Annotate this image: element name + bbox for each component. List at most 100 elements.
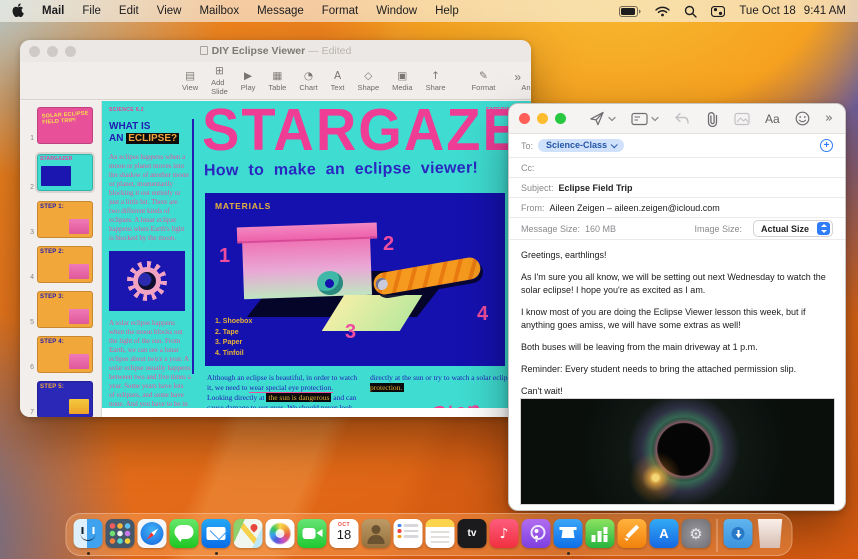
menu-item-view[interactable]: View bbox=[157, 5, 182, 17]
menu-item-format[interactable]: Format bbox=[322, 5, 358, 17]
header-fields-button[interactable] bbox=[631, 112, 659, 126]
insert-photo-button[interactable] bbox=[734, 112, 750, 126]
menu-item-help[interactable]: Help bbox=[435, 5, 459, 17]
dock-app-store[interactable]: A bbox=[649, 519, 679, 556]
selected-slide-highlight: STARGAZER bbox=[35, 152, 95, 193]
materials-panel: MATERIALS 1 2 3 4 1. Shoebox 2. Tape 3. … bbox=[205, 193, 505, 366]
dock-pages[interactable] bbox=[617, 519, 647, 556]
dock-launchpad[interactable] bbox=[105, 519, 135, 556]
dock-mail[interactable] bbox=[201, 519, 231, 556]
slide-thumbnail-2[interactable]: STARGAZER bbox=[37, 154, 93, 191]
photo-icon bbox=[734, 112, 750, 125]
slide-thumbnail-1[interactable]: SOLAR ECLIPSE FIELD TRIP! bbox=[37, 107, 93, 144]
attach-button[interactable] bbox=[706, 111, 719, 127]
dock-reminders[interactable] bbox=[393, 519, 423, 556]
view-icon: ▤ bbox=[185, 69, 196, 82]
slide-thumbnail-3[interactable]: STEP 1: bbox=[37, 201, 93, 238]
launchpad-icon bbox=[105, 519, 135, 548]
toolbar-chart-button[interactable]: ◔ Chart bbox=[299, 70, 317, 92]
toolbar-play-button[interactable]: ▶ Play bbox=[241, 70, 256, 92]
toolbar-add-slide-button[interactable]: ⊞ Add Slide bbox=[211, 65, 228, 96]
minimize-button[interactable] bbox=[537, 113, 548, 124]
subject-field[interactable]: Subject: Eclipse Field Trip bbox=[509, 178, 845, 198]
toolbar-shape-button[interactable]: ◇ Shape bbox=[357, 70, 379, 92]
recipient-token[interactable]: Science-Class bbox=[538, 138, 625, 153]
dock-facetime[interactable] bbox=[297, 519, 327, 556]
dock-keynote[interactable] bbox=[553, 519, 583, 556]
dock-music[interactable]: ♪ bbox=[489, 519, 519, 556]
dock-messages[interactable] bbox=[169, 519, 199, 556]
control-center-icon[interactable] bbox=[711, 5, 726, 17]
from-field[interactable]: From: Aileen Zeigen – aileen.zeigen@iclo… bbox=[509, 198, 845, 218]
toolbar-text-button[interactable]: A Text bbox=[331, 70, 345, 92]
dock-tv[interactable]: tv bbox=[457, 519, 487, 556]
dock-maps[interactable] bbox=[233, 519, 263, 556]
emoji-button[interactable] bbox=[795, 111, 810, 126]
sun-illustration bbox=[109, 251, 185, 311]
table-icon: ▦ bbox=[272, 69, 283, 82]
menu-time: 9:41 AM bbox=[803, 5, 846, 17]
toolbar-media-button[interactable]: ▣ Media bbox=[392, 70, 412, 92]
add-slide-icon: ⊞ bbox=[215, 65, 224, 77]
menu-item-mailbox[interactable]: Mailbox bbox=[199, 5, 239, 17]
format-button[interactable]: Aa bbox=[765, 112, 780, 126]
notes-icon bbox=[425, 519, 455, 548]
toolbar-overflow-button[interactable]: » bbox=[514, 70, 521, 84]
dock-downloads[interactable] bbox=[723, 519, 753, 556]
image-size-select[interactable]: Actual Size bbox=[752, 220, 833, 237]
menu-item-edit[interactable]: Edit bbox=[119, 5, 139, 17]
mail-compose-window: Aa » To: Science-Class + Cc: Subject: Ec… bbox=[508, 103, 846, 511]
dock-podcasts[interactable] bbox=[521, 519, 551, 556]
slide-thumbnail-4[interactable]: STEP 2: bbox=[37, 246, 93, 283]
zoom-button[interactable] bbox=[555, 113, 566, 124]
dock-contacts[interactable] bbox=[361, 519, 391, 556]
shape-icon: ◇ bbox=[364, 69, 373, 82]
toolbar-format-button[interactable]: ✎ Format bbox=[472, 70, 496, 92]
to-field[interactable]: To: Science-Class + bbox=[509, 134, 845, 158]
toolbar-view-button[interactable]: ▤ View bbox=[182, 70, 198, 92]
slide-paragraph-eclipse: An eclipse happens when a moon or planet… bbox=[109, 153, 189, 242]
mail-toolbar[interactable]: Aa » bbox=[509, 104, 845, 134]
toolbar-overflow-button[interactable]: » bbox=[825, 111, 833, 126]
tape-illustration bbox=[317, 271, 343, 295]
messages-icon bbox=[169, 519, 199, 548]
dock-finder[interactable] bbox=[73, 519, 103, 556]
dock-settings[interactable]: ⚙ bbox=[681, 519, 711, 556]
menu-item-file[interactable]: File bbox=[82, 5, 101, 17]
slide-stargazers[interactable]: SCIENCE 6.2 EXPERIMENT #11 WHAT IS AN EC… bbox=[102, 101, 531, 408]
slide-subtitle: How to make an eclipse viewer! bbox=[203, 159, 479, 180]
eclipse-attachment-image[interactable] bbox=[520, 398, 835, 505]
add-recipient-button[interactable]: + bbox=[820, 139, 833, 152]
slide-thumbnail-6[interactable]: STEP 4: bbox=[37, 336, 93, 373]
reply-button[interactable] bbox=[674, 112, 690, 125]
menu-item-message[interactable]: Message bbox=[257, 5, 304, 17]
search-icon[interactable] bbox=[684, 5, 698, 18]
close-button[interactable] bbox=[519, 113, 530, 124]
menu-app-name[interactable]: Mail bbox=[42, 5, 64, 17]
battery-icon[interactable] bbox=[619, 5, 641, 17]
dock-calendar[interactable]: OCT 18 bbox=[329, 519, 359, 556]
cc-field[interactable]: Cc: bbox=[509, 158, 845, 178]
dock-photos[interactable] bbox=[265, 519, 295, 556]
slide-thumbnail-5[interactable]: STEP 3: bbox=[37, 291, 93, 328]
keynote-titlebar[interactable]: DIY Eclipse Viewer — Edited bbox=[20, 40, 531, 62]
keynote-toolbar: ▤ View ⊞ Add Slide ▶ Play ▦ Table ◔ Chart A Te… bbox=[20, 62, 531, 100]
menu-clock[interactable]: Tue Oct 18 9:41 AM bbox=[739, 5, 846, 17]
podcasts-icon bbox=[521, 519, 551, 548]
apple-menu-icon[interactable] bbox=[12, 2, 24, 20]
document-proxy-icon bbox=[199, 46, 208, 55]
heading-highlight: ECLIPSE? bbox=[126, 132, 180, 144]
dock-notes[interactable] bbox=[425, 519, 455, 556]
dock-safari[interactable] bbox=[137, 519, 167, 556]
toolbar-table-button[interactable]: ▦ Table bbox=[268, 70, 286, 92]
dock-numbers[interactable] bbox=[585, 519, 615, 556]
toolbar-share-button[interactable]: ↑ Share bbox=[426, 70, 446, 92]
wifi-icon[interactable] bbox=[655, 6, 671, 17]
materials-list: 1. Shoebox 2. Tape 3. Paper 4. Tinfoil bbox=[215, 318, 253, 357]
dock-trash[interactable] bbox=[756, 519, 785, 556]
toolbar-animate-button[interactable]: ◈Animate bbox=[521, 70, 531, 92]
send-button[interactable] bbox=[589, 111, 616, 126]
menu-item-window[interactable]: Window bbox=[376, 5, 417, 17]
media-icon: ▣ bbox=[397, 69, 408, 82]
slide-thumbnail-7[interactable]: STEP 5: bbox=[37, 381, 93, 417]
